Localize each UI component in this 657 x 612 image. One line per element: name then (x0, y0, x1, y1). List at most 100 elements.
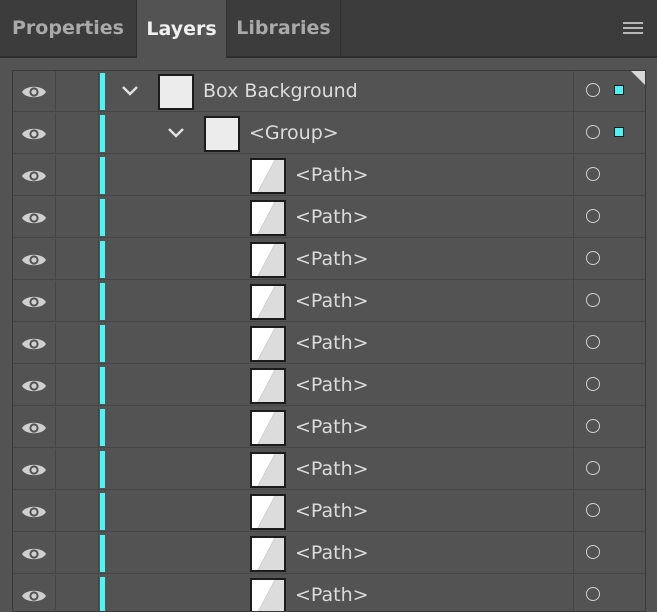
column-divider (573, 407, 574, 448)
layer-row[interactable]: <Path> (13, 155, 645, 196)
layer-name[interactable]: <Path> (295, 491, 369, 532)
visibility-eye-icon[interactable] (13, 239, 56, 280)
hamburger-menu-icon[interactable] (623, 22, 643, 36)
layer-name[interactable]: <Path> (295, 449, 369, 490)
target-circle-icon[interactable] (586, 209, 600, 223)
column-divider (573, 323, 574, 364)
layer-thumbnail (204, 116, 240, 152)
layer-thumbnail (250, 284, 286, 320)
layer-row[interactable]: <Path> (13, 197, 645, 238)
visibility-eye-icon[interactable] (13, 113, 56, 154)
target-circle-icon[interactable] (586, 461, 600, 475)
selection-indicator[interactable] (614, 127, 624, 137)
target-circle-icon[interactable] (586, 125, 600, 139)
layer-row[interactable]: <Path> (13, 533, 645, 574)
visibility-eye-icon[interactable] (13, 71, 56, 112)
layer-row[interactable]: <Path> (13, 281, 645, 322)
target-circle-icon[interactable] (586, 503, 600, 517)
layer-row[interactable]: <Path> (13, 239, 645, 280)
layer-color-bar (100, 283, 105, 320)
layer-thumbnail (158, 74, 194, 110)
layer-name[interactable]: <Path> (295, 197, 369, 238)
target-circle-icon[interactable] (586, 587, 600, 601)
lock-toggle[interactable] (56, 365, 99, 406)
visibility-eye-icon[interactable] (13, 365, 56, 406)
layer-color-bar (100, 409, 105, 446)
visibility-eye-icon[interactable] (13, 491, 56, 532)
lock-toggle[interactable] (56, 407, 99, 448)
target-circle-icon[interactable] (586, 167, 600, 181)
layer-name[interactable]: <Path> (295, 281, 369, 322)
layer-color-bar (100, 157, 105, 194)
column-divider (573, 113, 574, 154)
visibility-eye-icon[interactable] (13, 533, 56, 574)
layer-name[interactable]: <Path> (295, 239, 369, 280)
layer-row[interactable]: <Group> (13, 113, 645, 154)
chevron-down-icon[interactable] (166, 123, 186, 143)
lock-toggle[interactable] (56, 449, 99, 490)
layer-thumbnail (250, 578, 286, 611)
lock-toggle[interactable] (56, 155, 99, 196)
layer-color-bar (100, 199, 105, 236)
selection-indicator[interactable] (614, 85, 624, 95)
visibility-eye-icon[interactable] (13, 323, 56, 364)
layer-row[interactable]: <Path> (13, 323, 645, 364)
layer-name[interactable]: <Path> (295, 533, 369, 574)
visibility-eye-icon[interactable] (13, 575, 56, 611)
layer-name[interactable]: <Path> (295, 155, 369, 196)
layer-name[interactable]: <Path> (295, 575, 369, 611)
layer-name[interactable]: <Path> (295, 407, 369, 448)
layers-list: Box Background <Group> <Path> <Path> <Path> <… (12, 70, 646, 612)
layer-thumbnail (250, 200, 286, 236)
lock-toggle[interactable] (56, 575, 99, 611)
layer-thumbnail (250, 410, 286, 446)
layer-row[interactable]: Box Background (13, 71, 645, 112)
tab-properties[interactable]: Properties (0, 0, 137, 56)
layer-row[interactable]: <Path> (13, 575, 645, 611)
lock-toggle[interactable] (56, 491, 99, 532)
layer-name[interactable]: Box Background (203, 71, 358, 112)
layer-color-bar (100, 73, 105, 110)
column-divider (573, 449, 574, 490)
layer-color-bar (100, 451, 105, 488)
visibility-eye-icon[interactable] (13, 449, 56, 490)
visibility-eye-icon[interactable] (13, 281, 56, 322)
layer-row[interactable]: <Path> (13, 365, 645, 406)
layer-color-bar (100, 535, 105, 572)
target-circle-icon[interactable] (586, 545, 600, 559)
target-circle-icon[interactable] (586, 419, 600, 433)
target-circle-icon[interactable] (586, 293, 600, 307)
visibility-eye-icon[interactable] (13, 407, 56, 448)
target-circle-icon[interactable] (586, 83, 600, 97)
column-divider (573, 239, 574, 280)
lock-toggle[interactable] (56, 323, 99, 364)
chevron-down-icon[interactable] (120, 81, 140, 101)
tab-libraries[interactable]: Libraries (227, 0, 341, 56)
lock-toggle[interactable] (56, 239, 99, 280)
layer-thumbnail (250, 536, 286, 572)
column-divider (573, 155, 574, 196)
layer-thumbnail (250, 242, 286, 278)
layer-name[interactable]: <Path> (295, 323, 369, 364)
layer-row[interactable]: <Path> (13, 491, 645, 532)
layer-name[interactable]: <Group> (249, 113, 339, 154)
target-circle-icon[interactable] (586, 377, 600, 391)
target-circle-icon[interactable] (586, 251, 600, 265)
visibility-eye-icon[interactable] (13, 155, 56, 196)
lock-toggle[interactable] (56, 113, 99, 154)
layer-color-bar (100, 241, 105, 278)
lock-toggle[interactable] (56, 281, 99, 322)
layer-row[interactable]: <Path> (13, 449, 645, 490)
visibility-eye-icon[interactable] (13, 197, 56, 238)
layer-color-bar (100, 577, 105, 611)
lock-toggle[interactable] (56, 533, 99, 574)
target-circle-icon[interactable] (586, 335, 600, 349)
column-divider (573, 197, 574, 238)
layer-name[interactable]: <Path> (295, 365, 369, 406)
lock-toggle[interactable] (56, 197, 99, 238)
layer-row[interactable]: <Path> (13, 407, 645, 448)
lock-toggle[interactable] (56, 71, 99, 112)
layer-thumbnail (250, 452, 286, 488)
tab-layers[interactable]: Layers (137, 0, 227, 58)
column-divider (573, 575, 574, 611)
